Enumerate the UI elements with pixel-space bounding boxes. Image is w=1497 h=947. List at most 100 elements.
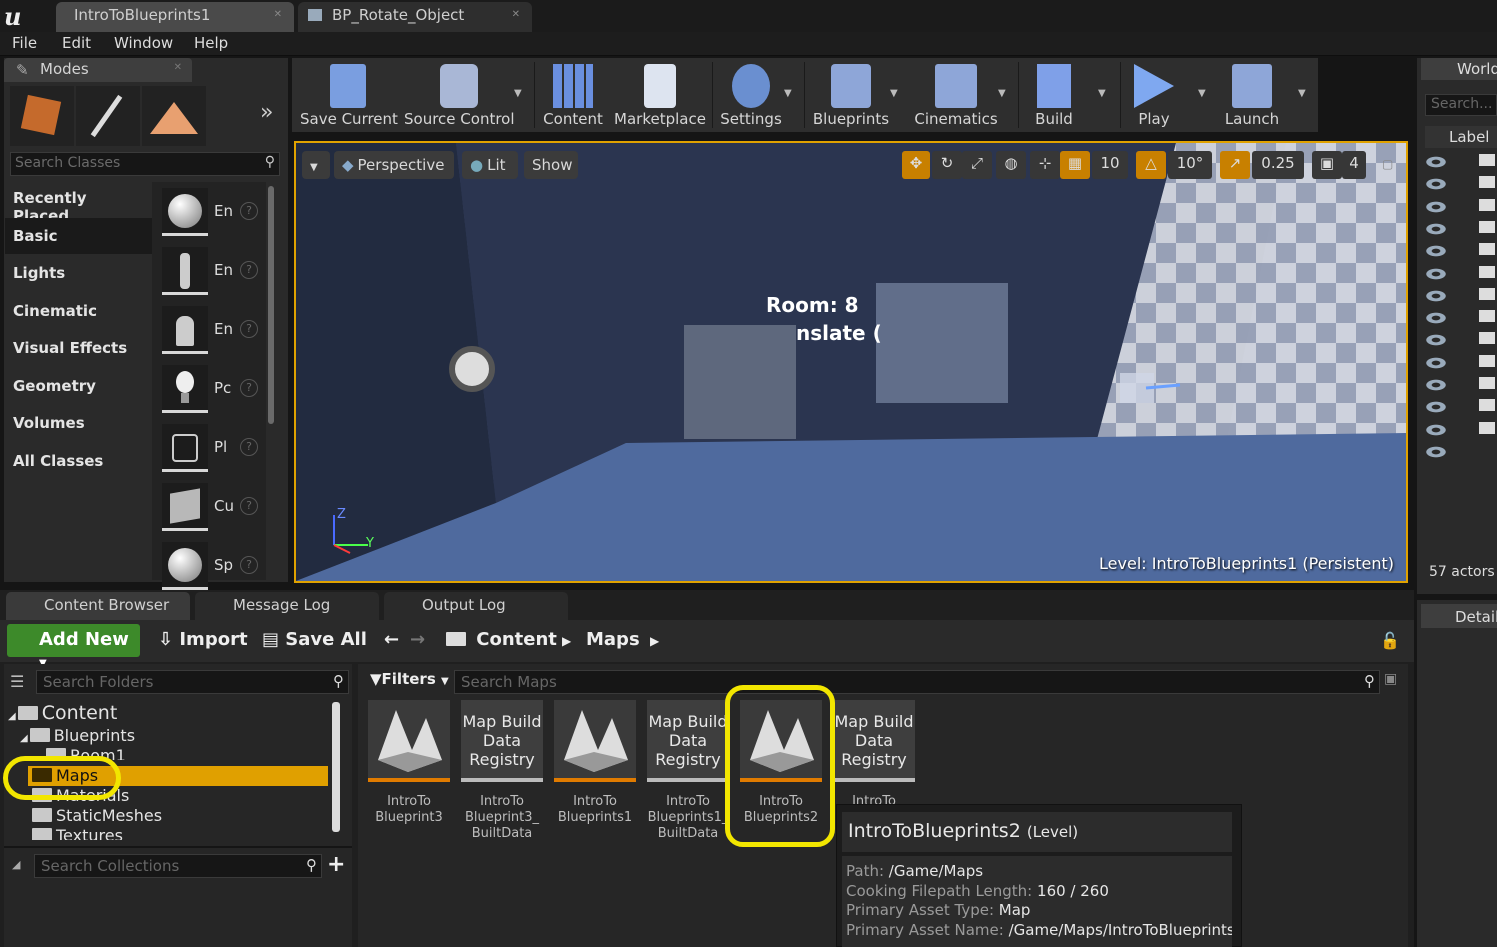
place-item-cube[interactable]: Cu?: [162, 483, 264, 535]
content-button[interactable]: Content: [540, 58, 606, 132]
visibility-eye-icon[interactable]: [1425, 156, 1447, 168]
rotate-mode-icon[interactable]: ↻: [932, 151, 962, 179]
category-recently-placed[interactable]: Recently Placed: [5, 180, 153, 225]
asset-name[interactable]: IntroTo Blueprint3: [363, 794, 455, 826]
rotation-snap-icon[interactable]: △: [1136, 151, 1166, 179]
outliner-row[interactable]: [1479, 377, 1495, 389]
category-lights[interactable]: Lights: [5, 255, 153, 291]
outliner-row[interactable]: [1479, 154, 1495, 166]
search-folders-input[interactable]: Search Folders ⚲: [36, 670, 349, 694]
help-icon[interactable]: ?: [240, 556, 258, 574]
visibility-eye-icon[interactable]: [1425, 245, 1447, 258]
tab-introtoblueprints1[interactable]: IntroToBlueprints1 ✕: [56, 2, 294, 32]
category-geometry[interactable]: Geometry: [5, 368, 153, 404]
visibility-eye-icon[interactable]: [1425, 334, 1447, 347]
outliner-row[interactable]: [1479, 354, 1495, 367]
outliner-row[interactable]: [1479, 243, 1495, 256]
visibility-eye-icon[interactable]: [1425, 379, 1447, 391]
search-maps-input[interactable]: Search Maps ⚲: [454, 670, 1380, 694]
help-icon[interactable]: ?: [240, 379, 258, 397]
add-new-button[interactable]: Add New ▼: [7, 624, 140, 669]
chevron-down-icon[interactable]: ▼: [890, 88, 898, 99]
help-icon[interactable]: ?: [240, 320, 258, 338]
scale-snap-value[interactable]: 0.25: [1252, 151, 1304, 179]
chevron-down-icon[interactable]: ▼: [1198, 88, 1206, 99]
visibility-eye-icon[interactable]: [1425, 289, 1447, 302]
expand-modes-icon[interactable]: »: [260, 100, 273, 125]
world-outliner-tab[interactable]: World: [1421, 58, 1497, 80]
filters-button[interactable]: ▼Filters ▼: [370, 670, 449, 688]
category-visual-effects[interactable]: Visual Effects: [5, 330, 153, 366]
tree-textures[interactable]: Textures: [32, 826, 123, 840]
forward-arrow-icon[interactable]: →: [410, 629, 425, 650]
tree-blueprints[interactable]: ◢ Blueprints: [20, 726, 135, 745]
breadcrumb-separator-icon[interactable]: ▶: [562, 634, 571, 648]
marketplace-button[interactable]: Marketplace: [614, 58, 706, 132]
launch-button[interactable]: Launch: [1220, 58, 1284, 132]
chevron-down-icon[interactable]: ▼: [1098, 88, 1106, 99]
visibility-eye-icon[interactable]: [1425, 267, 1447, 280]
visibility-eye-icon[interactable]: [1425, 423, 1447, 436]
outliner-search-input[interactable]: Search...: [1425, 94, 1497, 116]
tab-output-log[interactable]: Output Log: [384, 592, 568, 620]
outliner-row[interactable]: [1479, 332, 1495, 345]
asset-name[interactable]: IntroTo Blueprints1: [549, 794, 641, 826]
play-button[interactable]: Play: [1124, 58, 1184, 132]
help-icon[interactable]: ?: [240, 497, 258, 515]
outliner-row[interactable]: [1479, 176, 1495, 189]
outliner-row[interactable]: [1479, 399, 1495, 412]
place-item-point-light[interactable]: Pc?: [162, 365, 264, 417]
category-volumes[interactable]: Volumes: [5, 405, 153, 441]
tab-message-log[interactable]: Message Log: [195, 592, 379, 620]
show-button[interactable]: Show: [524, 151, 578, 179]
place-item-empty-actor[interactable]: En?: [162, 188, 264, 240]
visibility-eye-icon[interactable]: [1425, 200, 1447, 213]
rotation-snap-value[interactable]: 10°: [1168, 151, 1212, 179]
place-item-player-start[interactable]: Pl?: [162, 424, 264, 476]
visibility-eye-icon[interactable]: [1425, 356, 1447, 369]
tab-bp-rotate-object[interactable]: BP_Rotate_Object ✕: [298, 2, 532, 32]
import-button[interactable]: ⇩ Import: [158, 629, 248, 650]
place-list-scrollbar[interactable]: [268, 186, 274, 424]
tree-staticmeshes[interactable]: StaticMeshes: [32, 806, 162, 825]
chevron-down-icon[interactable]: ▼: [514, 88, 522, 99]
help-icon[interactable]: ?: [240, 438, 258, 456]
blueprints-button[interactable]: Blueprints: [810, 58, 892, 132]
perspective-button[interactable]: ◆ Perspective: [334, 151, 454, 179]
lit-button[interactable]: ● Lit: [462, 151, 518, 179]
maximize-viewport-icon[interactable]: ▢: [1382, 157, 1393, 171]
translate-mode-icon[interactable]: ✥: [902, 151, 930, 179]
menu-edit[interactable]: Edit: [62, 34, 91, 52]
close-icon[interactable]: ✕: [174, 62, 182, 73]
lock-icon[interactable]: 🔓: [1380, 631, 1400, 650]
close-icon[interactable]: ✕: [512, 9, 520, 20]
camera-speed-icon[interactable]: ▣: [1312, 151, 1342, 179]
place-item-empty-pawn[interactable]: En?: [162, 306, 264, 358]
scale-mode-icon[interactable]: ⤢: [962, 151, 992, 179]
outliner-row[interactable]: [1479, 265, 1495, 278]
asset-thumb-registry[interactable]: Map Build Data Registry: [833, 700, 915, 782]
save-all-button[interactable]: ▤ Save All: [262, 629, 367, 650]
menu-file[interactable]: File: [12, 34, 37, 52]
search-collections-input[interactable]: Search Collections ⚲: [34, 854, 322, 878]
settings-button[interactable]: Settings: [718, 58, 784, 132]
outliner-row[interactable]: [1479, 421, 1495, 434]
place-item-sphere[interactable]: Sp?: [162, 542, 264, 594]
outliner-label-column[interactable]: Label: [1425, 126, 1497, 148]
category-cinematic[interactable]: Cinematic: [5, 293, 153, 329]
close-icon[interactable]: ✕: [274, 9, 282, 20]
asset-thumb-map[interactable]: [368, 700, 450, 782]
grid-snap-value[interactable]: 10: [1092, 151, 1128, 179]
asset-thumb-registry[interactable]: Map Build Data Registry: [461, 700, 543, 782]
place-mode-icon[interactable]: [10, 86, 74, 146]
visibility-eye-icon[interactable]: [1425, 401, 1447, 414]
level-viewport[interactable]: Room: 8 nslate ( Z Y ▼ ◆ Perspective ● Lit…: [294, 141, 1408, 583]
visibility-eye-icon[interactable]: [1425, 178, 1447, 191]
search-classes-input[interactable]: Search Classes ⚲: [10, 152, 280, 176]
help-icon[interactable]: ?: [240, 202, 258, 220]
outliner-row[interactable]: [1479, 220, 1495, 233]
asset-thumb-map[interactable]: [554, 700, 636, 782]
source-control-button[interactable]: Source Control: [404, 58, 515, 132]
outliner-row[interactable]: [1479, 198, 1495, 211]
help-icon[interactable]: ?: [240, 261, 258, 279]
